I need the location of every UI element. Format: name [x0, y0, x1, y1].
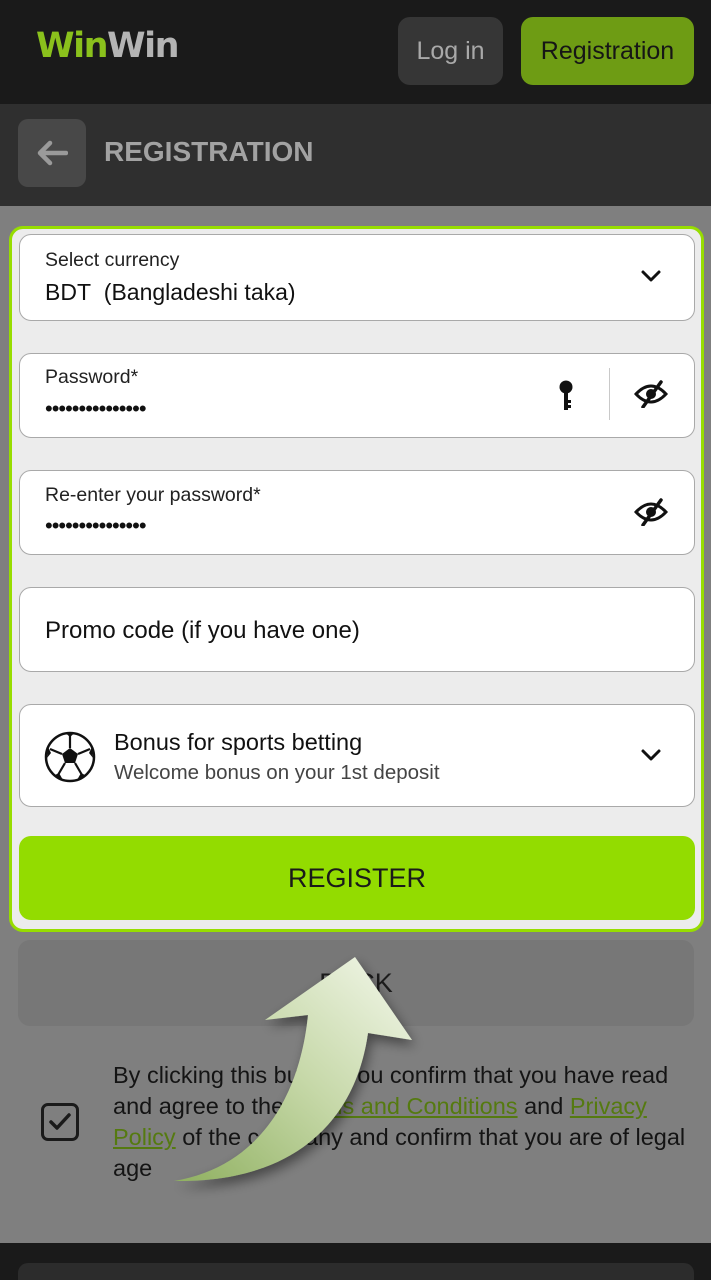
key-icon[interactable]	[558, 380, 574, 412]
eye-slash-icon[interactable]	[634, 380, 668, 408]
bonus-select[interactable]: Bonus for sports betting Welcome bonus o…	[19, 704, 695, 807]
terms-text: By clicking this button you confirm that…	[113, 1060, 693, 1184]
logo-part-2: Win	[107, 26, 180, 66]
terms-text-middle: and	[517, 1093, 570, 1119]
chevron-down-icon	[641, 749, 661, 761]
password-value: •••••••••••••••	[45, 396, 147, 421]
promo-code-placeholder: Promo code (if you have one)	[45, 617, 360, 644]
password-label: Password*	[45, 366, 139, 388]
confirm-password-value: •••••••••••••••	[45, 513, 147, 538]
terms-text-after: of the company and confirm that you are …	[113, 1124, 686, 1181]
registration-subheader: REGISTRATION	[0, 104, 711, 206]
soccer-ball-icon	[44, 731, 96, 783]
confirm-password-field[interactable]: Re-enter your password* •••••••••••••••	[19, 470, 695, 555]
registration-form: Select currency BDT (Bangladeshi taka) P…	[9, 226, 704, 932]
bottom-bar	[0, 1243, 711, 1280]
promo-code-field[interactable]: Promo code (if you have one)	[19, 587, 695, 672]
top-header: WinWin Log in Registration	[0, 0, 711, 104]
chevron-down-icon	[641, 270, 661, 282]
back-button[interactable]: BACK	[18, 940, 694, 1026]
register-button[interactable]: REGISTER	[19, 836, 695, 920]
logo-part-1: Win	[36, 26, 109, 66]
login-button[interactable]: Log in	[398, 17, 503, 85]
arrow-left-icon	[37, 140, 68, 166]
confirm-password-label: Re-enter your password*	[45, 484, 261, 506]
back-arrow-button[interactable]	[18, 119, 86, 187]
bonus-title: Bonus for sports betting	[114, 729, 363, 755]
bonus-subtitle: Welcome bonus on your 1st deposit	[114, 761, 440, 784]
currency-code: BDT	[45, 279, 91, 305]
terms-and-conditions-link[interactable]: Terms and Conditions	[290, 1093, 517, 1119]
field-divider	[609, 368, 610, 420]
currency-select[interactable]: Select currency BDT (Bangladeshi taka)	[19, 234, 695, 321]
currency-name: (Bangladeshi taka)	[103, 279, 296, 305]
page-title: REGISTRATION	[104, 136, 314, 167]
checkmark-icon	[49, 1113, 71, 1130]
currency-value: BDT (Bangladeshi taka)	[45, 279, 296, 306]
bottom-bar-inner	[18, 1263, 694, 1280]
winwin-logo[interactable]: WinWin	[36, 26, 180, 66]
registration-button[interactable]: Registration	[521, 17, 694, 85]
currency-label: Select currency	[45, 249, 180, 271]
terms-checkbox[interactable]	[41, 1103, 79, 1141]
eye-slash-icon[interactable]	[634, 498, 668, 526]
password-field[interactable]: Password* •••••••••••••••	[19, 353, 695, 438]
